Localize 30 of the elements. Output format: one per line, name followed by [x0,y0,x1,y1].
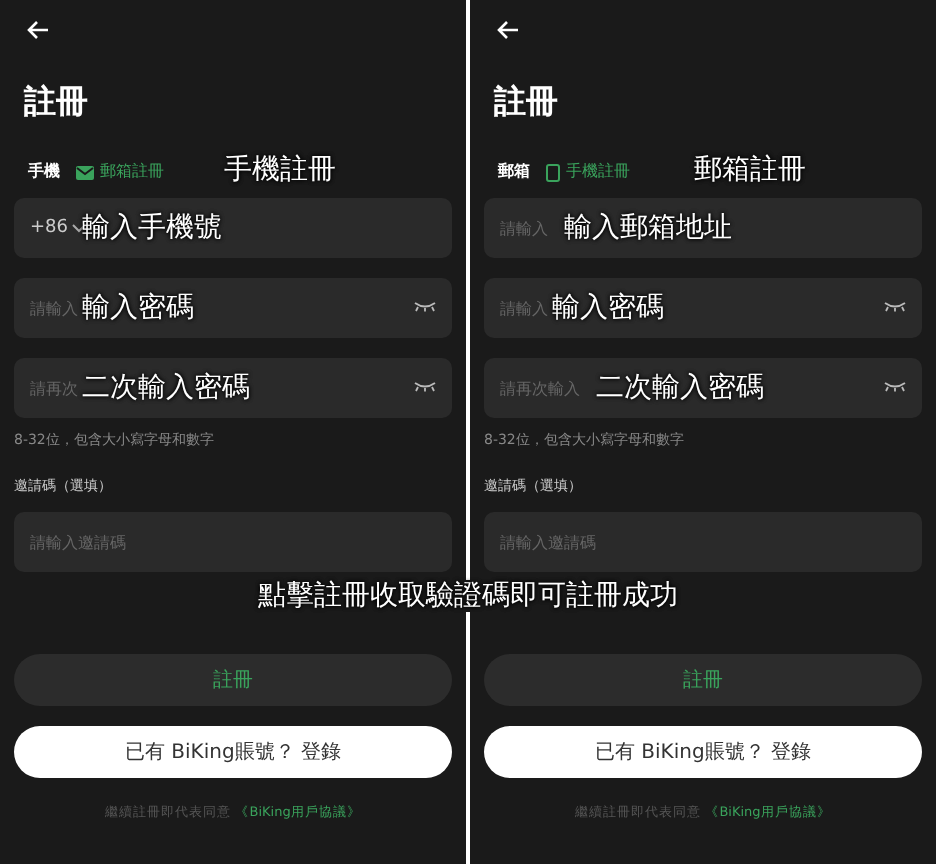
page-title: 註冊 [24,82,90,122]
annotation-label: 郵箱註冊 [693,154,806,186]
annotation-label: 手機註冊 [224,154,336,186]
back-icon [495,20,520,40]
login-button[interactable]: 已有 BiKing賬號？ 登錄 [14,726,452,778]
eye-closed-icon [883,302,906,312]
mail-icon [76,165,94,179]
tab[interactable]: 手機 [28,162,60,182]
tab[interactable]: 郵箱註冊 [76,162,164,182]
input-field[interactable]: 請輸入邀請碼 [14,512,452,572]
login-button[interactable]: 已有 BiKing賬號？ 登錄 [483,726,922,778]
back-icon [26,20,50,40]
register-button[interactable]: 註冊 [483,654,922,706]
input-field[interactable]: 請輸入邀請碼 [483,512,922,572]
input-field[interactable] [14,198,452,258]
register-button[interactable]: 註冊 [14,654,452,706]
annotation-label: 輸入密碼 [82,292,194,324]
page-title: 註冊 [493,82,560,122]
annotation-label: 輸入手機號 [82,212,222,244]
tab[interactable]: 手機註冊 [545,162,630,182]
country-code: +86 [30,218,68,238]
annotation-label: 輸入密碼 [551,292,664,324]
tab[interactable]: 郵箱 [497,162,530,182]
annotation-label: 輸入郵箱地址 [563,212,732,244]
annotation-label: 二次輸入密碼 [82,372,250,404]
annotation-label: 二次輸入密碼 [595,372,764,404]
eye-closed-icon [414,302,436,312]
phone-icon [545,163,560,181]
eye-closed-icon [883,382,906,392]
eye-closed-icon [414,382,436,392]
